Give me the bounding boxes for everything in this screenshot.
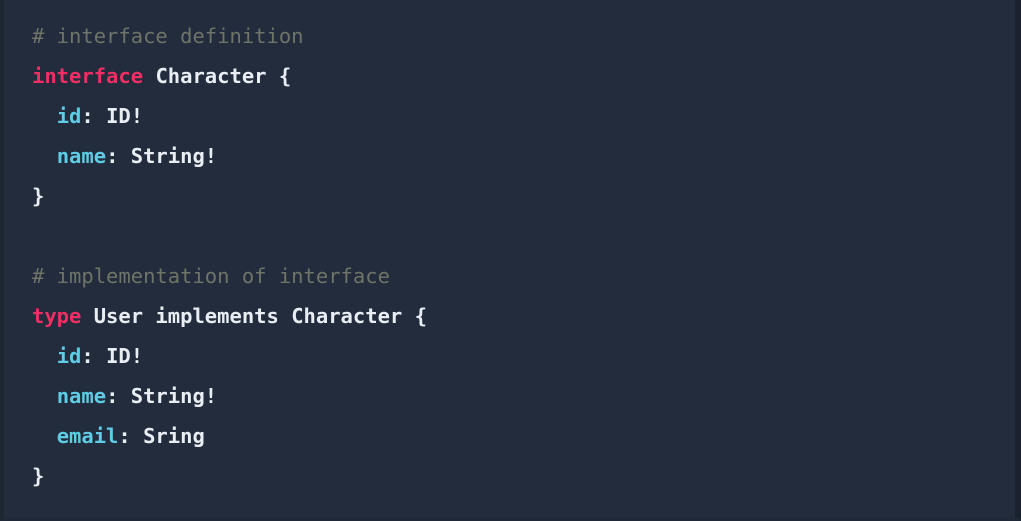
code-token-field: email — [56, 424, 119, 448]
code-token-type: ID! — [106, 104, 144, 128]
code-line: } — [32, 176, 1015, 216]
code-token-field: name — [56, 384, 107, 408]
code-line: # interface definition — [32, 16, 1015, 56]
code-token-punct: } — [32, 184, 45, 208]
code-token-comment: # implementation of interface — [32, 264, 390, 288]
code-token-punct: } — [32, 464, 45, 488]
code-line: interface Character { — [32, 56, 1015, 96]
code-token-punct: { — [414, 304, 427, 328]
code-line: id: ID! — [32, 96, 1015, 136]
code-line: name: String! — [32, 376, 1015, 416]
code-block: # interface definition interface Characte… — [0, 0, 1021, 521]
code-token-punct: : — [81, 104, 107, 128]
code-token-punct: : — [118, 424, 144, 448]
code-token-punct: : — [81, 344, 107, 368]
code-token-field: name — [56, 144, 107, 168]
code-token-keyword: type — [32, 304, 82, 328]
code-line: id: ID! — [32, 336, 1015, 376]
code-line-list: # interface definition interface Characte… — [32, 16, 1015, 496]
code-line: type User implements Character { — [32, 296, 1015, 336]
code-token-type: String! — [130, 144, 218, 168]
code-token-punct: : — [106, 144, 131, 168]
code-token-keyword: interface — [32, 64, 144, 88]
code-token-punct: : — [106, 384, 131, 408]
code-token-type: String! — [130, 384, 218, 408]
code-token-field: id — [56, 344, 82, 368]
code-token-comment: # interface definition — [32, 24, 304, 48]
code-token-field: id — [56, 104, 82, 128]
code-line: name: String! — [32, 136, 1015, 176]
code-token-punct: { — [278, 64, 292, 88]
code-line: # implementation of interface — [32, 256, 1015, 296]
code-token-blank — [32, 224, 44, 248]
code-token-type: Sring — [143, 424, 205, 448]
code-token-type: ID! — [106, 344, 144, 368]
code-line: email: Sring — [32, 416, 1015, 456]
code-line — [32, 216, 1015, 256]
code-token-type: Character — [155, 64, 267, 88]
code-line: } — [32, 456, 1015, 496]
code-token-type: User implements Character — [93, 304, 403, 328]
